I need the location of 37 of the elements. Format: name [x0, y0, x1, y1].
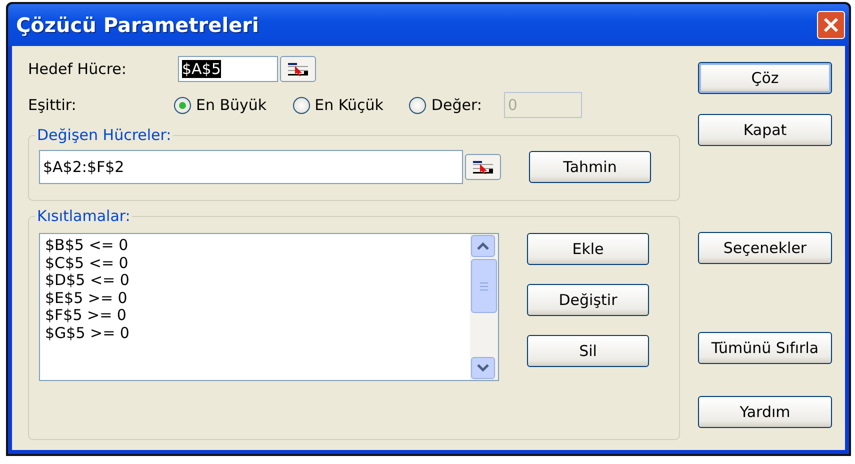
list-item[interactable]: $F$5 >= 0 — [45, 307, 465, 324]
changing-cells-field[interactable]: $A$2:$F$2 — [39, 150, 463, 184]
close-button[interactable] — [817, 11, 845, 39]
constraint-button[interactable]: Sil — [527, 335, 649, 367]
dialog-button[interactable]: Kapat — [698, 114, 832, 146]
group-label: Kısıtlamalar: — [36, 207, 132, 225]
radio-option[interactable]: Değer: — [409, 96, 482, 114]
chevron-down-icon — [477, 364, 489, 372]
scroll-down-button[interactable] — [471, 357, 495, 379]
radio-option[interactable]: En Küçük — [292, 96, 384, 114]
grid-icon — [287, 61, 309, 77]
list-item[interactable]: $B$5 <= 0 — [45, 237, 465, 254]
dialog-button[interactable]: Çöz — [698, 62, 832, 94]
group-label: Değişen Hücreler: — [36, 126, 172, 144]
window-title: Çözücü Parametreleri — [16, 13, 259, 37]
range-select-button[interactable] — [280, 56, 316, 82]
scroll-thumb[interactable] — [471, 259, 497, 313]
field-label: Hedef Hücre: — [28, 60, 128, 78]
dialog-button[interactable]: Tümünü Sıfırla — [698, 332, 832, 364]
grid-icon — [472, 159, 494, 175]
dialog-button[interactable]: Seçenekler — [698, 232, 832, 264]
field-label: Eşittir: — [28, 96, 78, 114]
chevron-up-icon — [477, 242, 489, 250]
close-icon — [822, 16, 840, 34]
scroll-up-button[interactable] — [471, 235, 495, 257]
dialog-button[interactable]: Yardım — [698, 396, 832, 428]
radio-option[interactable]: En Büyük — [174, 96, 267, 114]
list-item[interactable]: $D$5 <= 0 — [45, 272, 465, 290]
target-cell-field[interactable]: $A$5 — [178, 56, 278, 82]
list-item[interactable]: $E$5 >= 0 — [45, 290, 465, 307]
guess-button[interactable]: Tahmin — [529, 151, 651, 183]
grip-icon — [479, 282, 489, 290]
list-item[interactable]: $G$5 >= 0 — [45, 324, 465, 342]
list-item[interactable]: $C$5 <= 0 — [45, 254, 465, 272]
constraint-button[interactable]: Değiştir — [527, 284, 649, 316]
range-select-button[interactable] — [465, 154, 501, 180]
constraint-button[interactable]: Ekle — [527, 233, 649, 265]
